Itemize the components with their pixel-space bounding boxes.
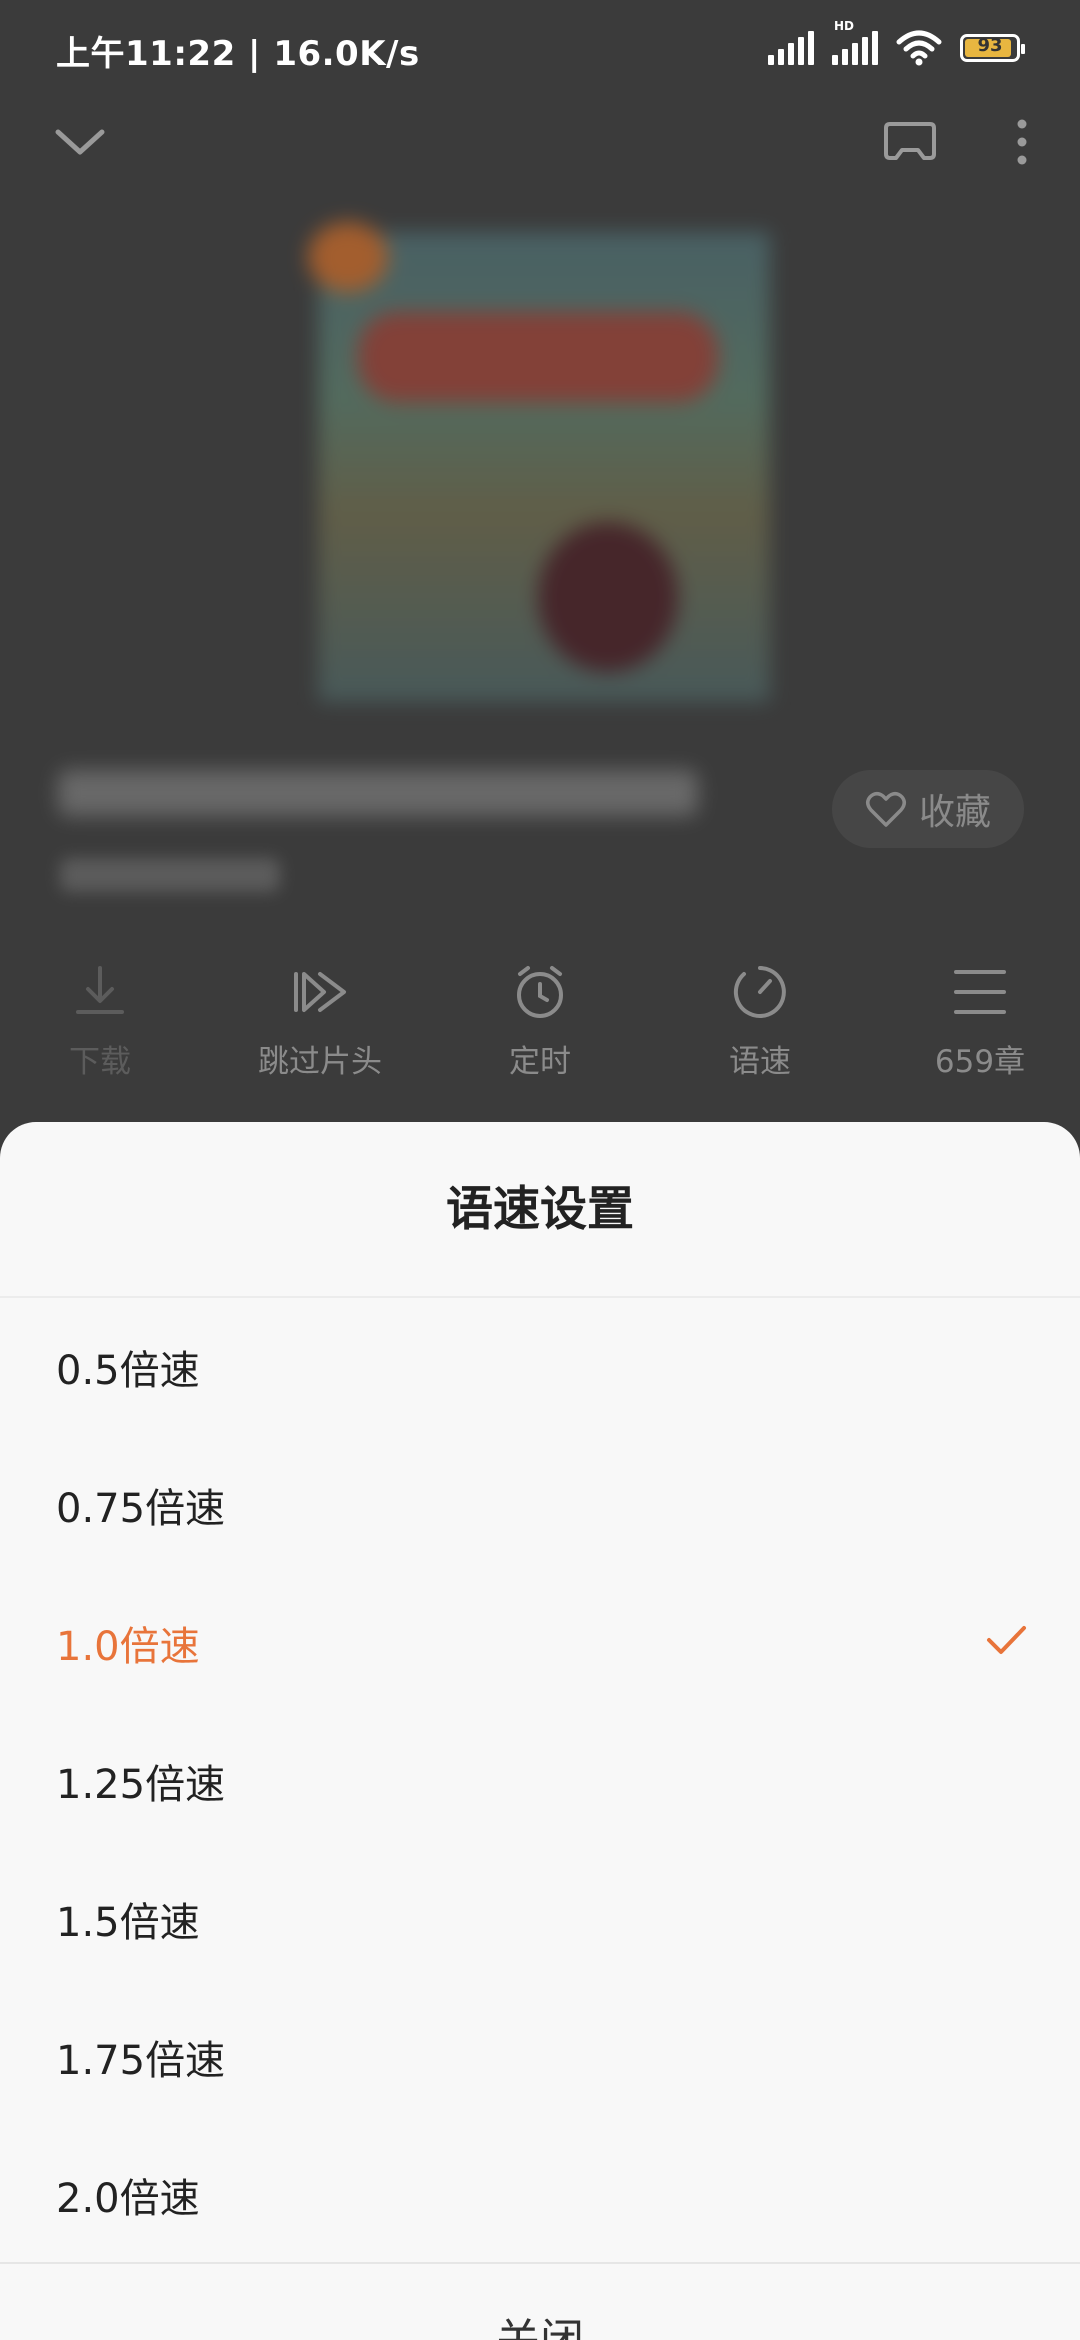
sheet-title: 语速设置 (0, 1122, 1080, 1298)
status-time-speed: 上午11:22 | 16.0K/s (56, 34, 420, 74)
chevron-down-icon[interactable] (48, 110, 112, 174)
signal-icon (768, 31, 814, 65)
speed-option-1.5[interactable]: 1.5倍速 (0, 1850, 1080, 1988)
speed-label: 语速 (729, 1044, 791, 1080)
download-button[interactable]: 下载 (0, 962, 200, 1092)
speed-option-0.5[interactable]: 0.5倍速 (0, 1298, 1080, 1436)
chapters-label: 659章 (934, 1044, 1026, 1080)
timer-button[interactable]: 定时 (440, 962, 640, 1092)
blurred-title (58, 770, 698, 816)
download-label: 下载 (69, 1044, 131, 1080)
download-icon (76, 966, 124, 1014)
speed-option-1.75[interactable]: 1.75倍速 (0, 1988, 1080, 2126)
blurred-subtitle (60, 858, 280, 892)
speed-option-label: 0.75倍速 (56, 1486, 226, 1532)
skip-intro-label: 跳过片头 (258, 1044, 382, 1080)
player-action-row: 下载 跳过片头 定时 语速 659章 (0, 962, 1080, 1092)
checkmark-icon (987, 1626, 1026, 1654)
more-options-icon[interactable] (990, 110, 1054, 174)
speed-option-2.0[interactable]: 2.0倍速 (0, 2126, 1080, 2264)
heart-icon (865, 792, 906, 827)
wifi-icon (896, 30, 942, 66)
close-button[interactable]: 关闭 (0, 2264, 1080, 2340)
list-icon (954, 970, 1006, 1014)
speed-option-label: 2.0倍速 (56, 2176, 200, 2222)
favorite-label: 收藏 (918, 792, 991, 833)
speed-option-1.25[interactable]: 1.25倍速 (0, 1712, 1080, 1850)
speed-option-label-selected: 1.0倍速 (56, 1624, 200, 1670)
speed-option-label: 1.75倍速 (56, 2038, 226, 2084)
signal-hd-icon (832, 31, 878, 65)
speed-option-label: 0.5倍速 (56, 1348, 200, 1394)
chapters-button[interactable]: 659章 (880, 962, 1080, 1092)
alarm-clock-icon (517, 966, 563, 1018)
speed-option-label: 1.25倍速 (56, 1762, 226, 1808)
timer-label: 定时 (509, 1044, 571, 1080)
skip-intro-icon (294, 972, 346, 1012)
cast-device-icon[interactable] (878, 110, 942, 174)
speed-option-label: 1.5倍速 (56, 1900, 200, 1946)
speed-settings-sheet: 语速设置 0.5倍速 0.75倍速 1.0倍速 1.25倍速 1.5倍速 1.7… (0, 1122, 1080, 2340)
skip-intro-button[interactable]: 跳过片头 (220, 962, 420, 1092)
speed-option-1.0[interactable]: 1.0倍速 (0, 1574, 1080, 1712)
battery-icon: 93 (960, 34, 1025, 62)
status-bar: 上午11:22 | 16.0K/s HD 93 (0, 0, 1080, 96)
speed-dial-icon (733, 966, 786, 1018)
hd-tag: HD (834, 19, 855, 33)
player-top-nav (0, 96, 1080, 176)
favorite-button[interactable]: 收藏 (832, 770, 1024, 848)
speed-option-0.75[interactable]: 0.75倍速 (0, 1436, 1080, 1574)
album-cover-image (308, 222, 770, 702)
speed-button[interactable]: 语速 (660, 962, 860, 1092)
